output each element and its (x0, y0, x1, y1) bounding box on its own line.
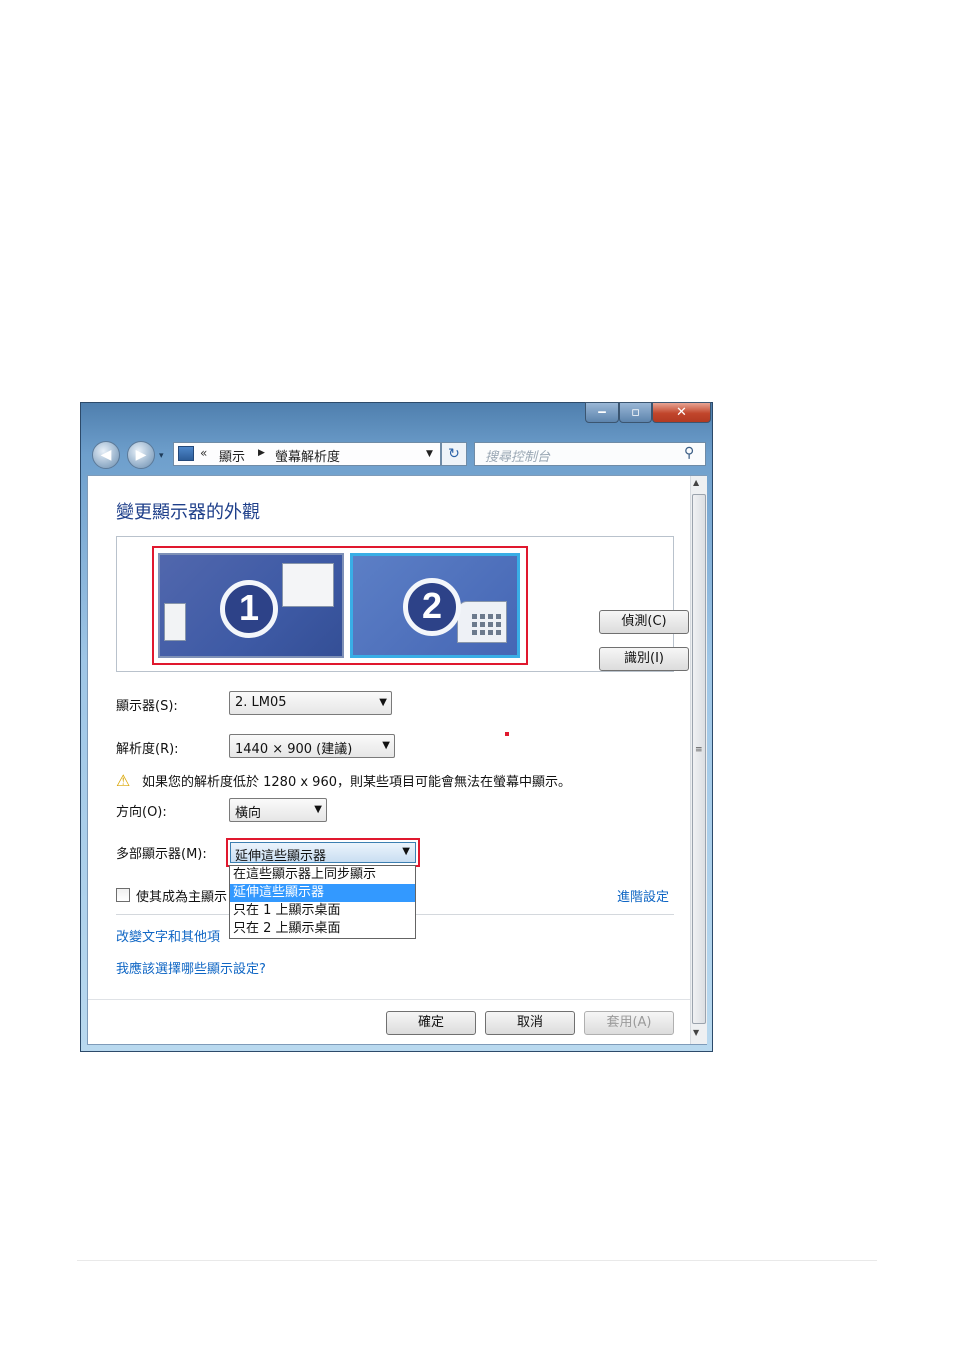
chevron-down-icon[interactable]: ▼ (382, 740, 390, 751)
grid-dot (496, 614, 501, 619)
breadcrumb-separator-icon[interactable]: ▶ (258, 448, 265, 458)
monitor-1-number: 1 (220, 580, 278, 638)
content-pane: ▲ ≡ ▼ 變更顯示器的外觀 1 2 偵測(C) 識別(I) 顯示器(S): 2… (87, 475, 707, 1045)
scroll-down-icon[interactable]: ▼ (693, 1028, 699, 1037)
orientation-label: 方向(O): (116, 805, 167, 820)
detect-button[interactable]: 偵測(C) (599, 610, 689, 634)
document-thumbnail-icon (164, 603, 186, 641)
display-select-value: 2. LM05 (235, 695, 287, 710)
monitor-2-number: 2 (403, 578, 461, 636)
page-footer-rule (77, 1260, 877, 1261)
multiple-displays-dropdown-list: 在這些顯示器上同步顯示 延伸這些顯示器 只在 1 上顯示桌面 只在 2 上顯示桌… (229, 865, 416, 939)
grid-dot (488, 622, 493, 627)
apply-button[interactable]: 套用(A) (584, 1011, 674, 1035)
scroll-thumb[interactable]: ≡ (692, 494, 706, 1024)
display-label: 顯示器(S): (116, 699, 178, 714)
address-dropdown-icon[interactable]: ▼ (426, 449, 433, 459)
page-title: 變更顯示器的外觀 (116, 502, 260, 523)
multiple-displays-select[interactable]: 延伸這些顯示器 ▼ (230, 842, 416, 864)
maximize-button[interactable]: ▫ (619, 402, 652, 423)
chevron-down-icon[interactable]: ▼ (402, 846, 410, 857)
option-duplicate[interactable]: 在這些顯示器上同步顯示 (230, 866, 415, 884)
breadcrumb-overflow-icon[interactable]: « (200, 446, 207, 460)
grid-dot (480, 630, 485, 635)
forward-button[interactable]: ▶ (127, 441, 155, 469)
search-icon[interactable]: ⚲ (684, 445, 694, 461)
app-grid-thumbnail-icon (457, 601, 507, 643)
grid-dot (472, 622, 477, 627)
grid-dot (472, 614, 477, 619)
search-placeholder: 搜尋控制台 (485, 450, 551, 465)
resolution-select-value: 1440 × 900 (建議) (235, 742, 353, 757)
ok-button[interactable]: 確定 (386, 1011, 476, 1035)
chevron-down-icon[interactable]: ▼ (314, 804, 322, 815)
orientation-select[interactable]: 橫向 ▼ (229, 798, 327, 822)
orientation-select-value: 橫向 (235, 806, 262, 821)
search-input[interactable]: 搜尋控制台 ⚲ (474, 442, 706, 466)
divider (88, 999, 690, 1000)
control-panel-icon (178, 446, 194, 461)
monitor-arrangement-area: 1 2 偵測(C) 識別(I) (116, 536, 689, 672)
identify-button[interactable]: 識別(I) (599, 647, 689, 671)
option-only-2[interactable]: 只在 2 上顯示桌面 (230, 920, 415, 938)
address-bar[interactable]: « 顯示 ▶ 螢幕解析度 ▼ (173, 442, 441, 466)
resolution-label: 解析度(R): (116, 742, 179, 757)
scroll-grip-icon: ≡ (695, 745, 703, 755)
grid-dot (480, 622, 485, 627)
vertical-scrollbar[interactable]: ▲ ≡ ▼ (690, 476, 707, 1044)
monitor-2-tile[interactable]: 2 (350, 553, 520, 658)
grid-dot (472, 630, 477, 635)
monitor-1-tile[interactable]: 1 (158, 553, 344, 658)
display-select[interactable]: 2. LM05 ▼ (229, 691, 392, 715)
advanced-settings-link[interactable]: 進階設定 (617, 886, 669, 905)
grid-dot (480, 614, 485, 619)
warning-icon: ⚠ (116, 771, 131, 790)
red-marker (505, 732, 509, 736)
resolution-select[interactable]: 1440 × 900 (建議) ▼ (229, 734, 395, 758)
close-button[interactable]: ✕ (652, 402, 711, 423)
cancel-button[interactable]: 取消 (485, 1011, 575, 1035)
multiple-displays-select-value: 延伸這些顯示器 (235, 849, 327, 864)
make-primary-label[interactable]: 使其成為主顯示 (136, 886, 227, 905)
grid-dot (488, 614, 493, 619)
grid-dot (496, 622, 501, 627)
grid-dot (488, 630, 493, 635)
resolution-warning-text: 如果您的解析度低於 1280 x 960，則某些項目可能會無法在螢幕中顯示。 (142, 775, 571, 790)
minimize-button[interactable]: ‒ (585, 402, 619, 423)
caption-buttons: ‒ ▫ ✕ (585, 402, 711, 424)
which-settings-link[interactable]: 我應該選擇哪些顯示設定? (116, 958, 266, 977)
monitors-highlight: 1 2 (152, 546, 528, 665)
screen-resolution-window: ‒ ▫ ✕ ◀ ▶ ▾ « 顯示 ▶ 螢幕解析度 ▼ ↻ 搜尋控制台 ⚲ ▲ ≡… (80, 402, 713, 1052)
multiple-displays-label: 多部顯示器(M): (116, 847, 207, 862)
window-thumbnail-icon (282, 563, 334, 607)
chevron-down-icon[interactable]: ▼ (379, 697, 387, 708)
refresh-button[interactable]: ↻ (441, 442, 467, 466)
option-only-1[interactable]: 只在 1 上顯示桌面 (230, 902, 415, 920)
option-extend[interactable]: 延伸這些顯示器 (230, 884, 415, 902)
recent-pages-dropdown-icon[interactable]: ▾ (159, 451, 164, 461)
breadcrumb-screen-resolution[interactable]: 螢幕解析度 (275, 446, 340, 465)
make-primary-checkbox[interactable] (116, 888, 130, 902)
grid-dot (496, 630, 501, 635)
breadcrumb-display[interactable]: 顯示 (219, 446, 245, 465)
back-button[interactable]: ◀ (92, 441, 120, 469)
scroll-up-icon[interactable]: ▲ (693, 478, 699, 487)
text-size-link[interactable]: 改變文字和其他項 (116, 926, 220, 945)
